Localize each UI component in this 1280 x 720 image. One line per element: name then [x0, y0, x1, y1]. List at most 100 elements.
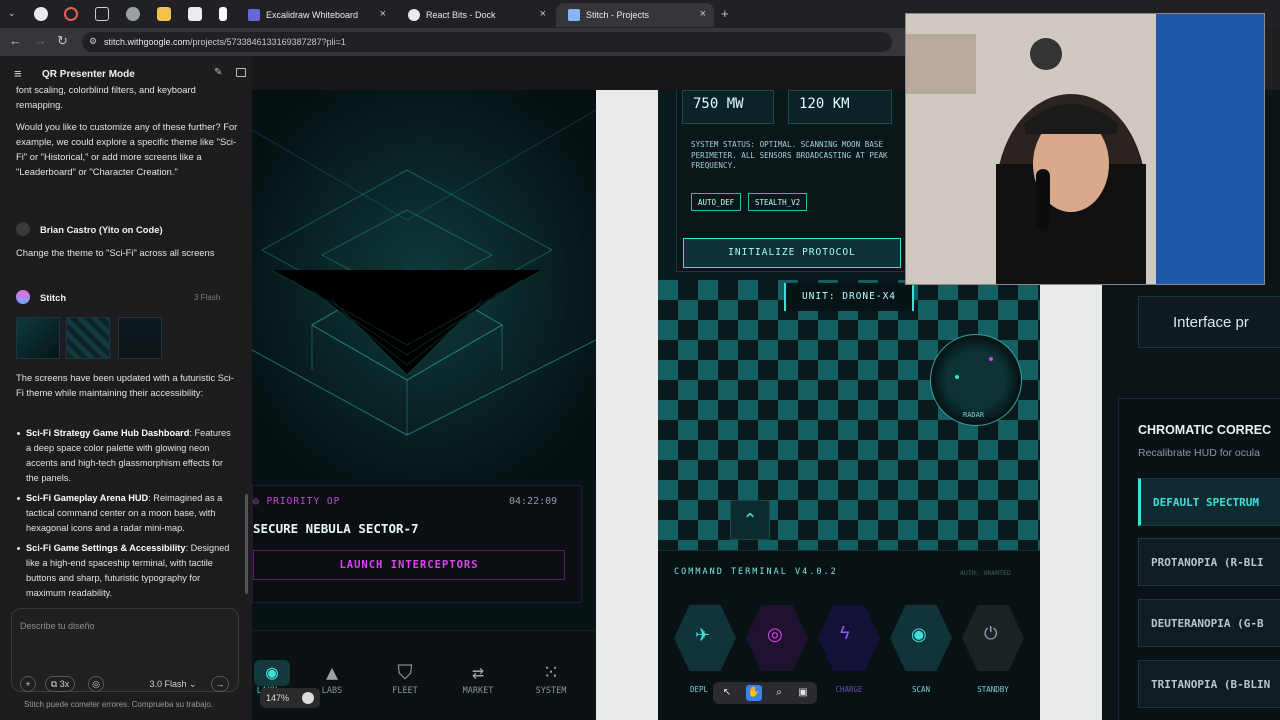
new-tab-icon[interactable]: + [721, 6, 729, 21]
tag-auto-def[interactable]: AUTO_DEF [691, 193, 742, 211]
github-pinned-tab[interactable] [34, 7, 48, 21]
power-icon: ⏻ [984, 624, 998, 643]
pinned-tab-3[interactable] [95, 7, 109, 21]
nav-item-system[interactable]: ⁙ SYSTEM [526, 660, 576, 696]
radar-label: RADAR [963, 411, 985, 419]
swap-icon: ⇄ [471, 660, 485, 684]
agent-model-badge: 3 Flash [194, 293, 221, 302]
stitch-favicon-icon [568, 9, 580, 21]
radar-blip [989, 357, 993, 361]
option-label: TRITANOPIA (B-BLIN [1151, 678, 1271, 691]
target-icon: ◎ [767, 624, 783, 644]
user-name: Brian Castro (Yito on Code) [40, 224, 163, 235]
bolt-icon: ϟ [840, 623, 850, 643]
voice-button[interactable]: ◎ [88, 676, 104, 692]
tab-list-icon[interactable]: ⌄ [8, 8, 22, 22]
option-default-spectrum[interactable]: DEFAULT SPECTRUM [1138, 478, 1280, 526]
screen-thumbnail[interactable] [118, 317, 162, 359]
site-info-icon[interactable]: ⚙ [89, 36, 97, 47]
model-select[interactable]: 3.0 Flash ⌄ [143, 676, 203, 692]
pinned-tab-5[interactable] [157, 7, 171, 21]
edit-icon[interactable]: ✎ [214, 67, 222, 78]
chromatic-title: CHROMATIC CORREC [1138, 423, 1272, 437]
tab-excalidraw[interactable]: Excalidraw Whiteboard × [236, 3, 394, 27]
galaxy-icon: ◉ [254, 660, 290, 686]
nav-label: MARKET [462, 686, 494, 696]
action-label: STANDBY [977, 685, 1009, 694]
interface-preset-card: Interface pr [1138, 296, 1280, 348]
search-icon[interactable]: ⌕ [771, 685, 787, 701]
tab-stitch-active[interactable]: Stitch - Projects × [556, 3, 714, 27]
nav-item-fleet[interactable]: ⛉ FLEET [380, 660, 430, 696]
disclaimer: Stitch puede cometer errores. Comprueba … [24, 700, 213, 709]
prompt-input[interactable]: Describe tu diseño [20, 621, 95, 631]
screen-strategy-hub[interactable]: ◎ PRIORITY OP 04:22:09 SECURE NEBULA SEC… [252, 90, 596, 720]
priority-label: ◎ PRIORITY OP [253, 496, 341, 507]
screen-thumbnail[interactable] [66, 317, 110, 359]
launch-label: LAUNCH INTERCEPTORS [339, 559, 479, 571]
nav-label: FLEET [392, 686, 418, 696]
tag-stealth[interactable]: STEALTH_V2 [748, 193, 808, 211]
tab-react-bits[interactable]: React Bits - Dock × [396, 3, 554, 27]
reload-icon[interactable]: ↻ [57, 33, 68, 49]
pinned-tab-2[interactable] [64, 7, 78, 21]
auth-status: AUTH: GRANTED [960, 569, 1011, 577]
action-label: SCAN [911, 685, 931, 694]
option-tritanopia[interactable]: TRITANOPIA (B-BLIN [1138, 660, 1280, 708]
bullet-title: Sci-Fi Game Settings & Accessibility [26, 543, 186, 553]
pinned-tab-4[interactable] [126, 7, 140, 21]
zoom-knob[interactable] [302, 692, 314, 704]
radar-minimap[interactable]: RADAR [930, 334, 1022, 426]
screen-thumbnail[interactable] [16, 317, 60, 359]
add-attachment-button[interactable]: + [20, 676, 36, 692]
address-toolbar: ← → ↻ ⚙ stitch.withgoogle.com/projects/5… [0, 28, 905, 56]
close-tab-icon[interactable]: × [540, 8, 546, 20]
unit-text: UNIT: DRONE-X4 [801, 291, 897, 302]
send-button[interactable]: → [211, 676, 229, 692]
expand-up-button[interactable]: ⌃ [730, 500, 770, 540]
agent-name: Stitch [40, 292, 67, 303]
menu-icon[interactable]: ≡ [14, 66, 22, 81]
user-message: Change the theme to "Sci-Fi" across all … [16, 247, 215, 258]
message-text: font scaling, colorblind filters, and ke… [16, 84, 196, 110]
variants-button[interactable]: ⧉ 3x [45, 676, 75, 692]
canvas-header-strip [252, 56, 905, 90]
hand-icon[interactable]: ✋ [746, 685, 762, 701]
bullet-title: Sci-Fi Strategy Game Hub Dashboard [26, 428, 190, 438]
variants-count: 3x [59, 679, 70, 689]
initialize-protocol-button[interactable]: INITIALIZE PROTOCOL [683, 238, 901, 268]
power-value: 750 MW [693, 96, 744, 112]
grid-icon: ⁙ [542, 660, 560, 684]
close-tab-icon[interactable]: × [380, 8, 386, 20]
action-label: CHARGE [835, 685, 863, 694]
close-tab-icon[interactable]: × [700, 8, 706, 20]
back-icon[interactable]: ← [9, 33, 22, 48]
unit-label: UNIT: DRONE-X4 [784, 283, 914, 311]
option-label: DEFAULT SPECTRUM [1153, 496, 1259, 509]
nav-item-market[interactable]: ⇄ MARKET [453, 660, 503, 696]
priority-text: PRIORITY OP [266, 496, 341, 507]
nav-label: SYSTEM [535, 686, 567, 696]
forward-icon[interactable]: → [34, 33, 47, 48]
option-deuteranopia[interactable]: DEUTERANOPIA (G-B [1138, 599, 1280, 647]
pinned-tab-6[interactable] [188, 7, 202, 21]
sidebar-toggle-icon[interactable] [236, 68, 246, 77]
scrollbar-thumb[interactable] [245, 494, 248, 594]
pinned-tab-7[interactable] [219, 7, 227, 21]
option-label: DEUTERANOPIA (G-B [1151, 617, 1264, 630]
image-icon[interactable]: ▣ [795, 685, 811, 701]
zoom-indicator[interactable]: 147% [260, 688, 320, 708]
mission-timer: 04:22:09 [509, 496, 558, 507]
url-host: stitch.withgoogle.com [104, 37, 191, 47]
pointer-icon[interactable]: ↖ [719, 685, 735, 701]
excalidraw-favicon-icon [248, 9, 260, 21]
address-bar[interactable]: ⚙ stitch.withgoogle.com/projects/5733846… [82, 32, 892, 52]
range-value: 120 KM [799, 96, 850, 112]
isometric-grid-illustration [252, 90, 596, 480]
nav-label: LABS [321, 686, 343, 696]
tab-title: Excalidraw Whiteboard [266, 10, 359, 20]
presenter-video-frame [906, 14, 1264, 284]
interface-label: Interface pr [1173, 314, 1249, 331]
launch-interceptors-button[interactable]: LAUNCH INTERCEPTORS [253, 550, 565, 580]
option-protanopia[interactable]: PROTANOPIA (R-BLI [1138, 538, 1280, 586]
